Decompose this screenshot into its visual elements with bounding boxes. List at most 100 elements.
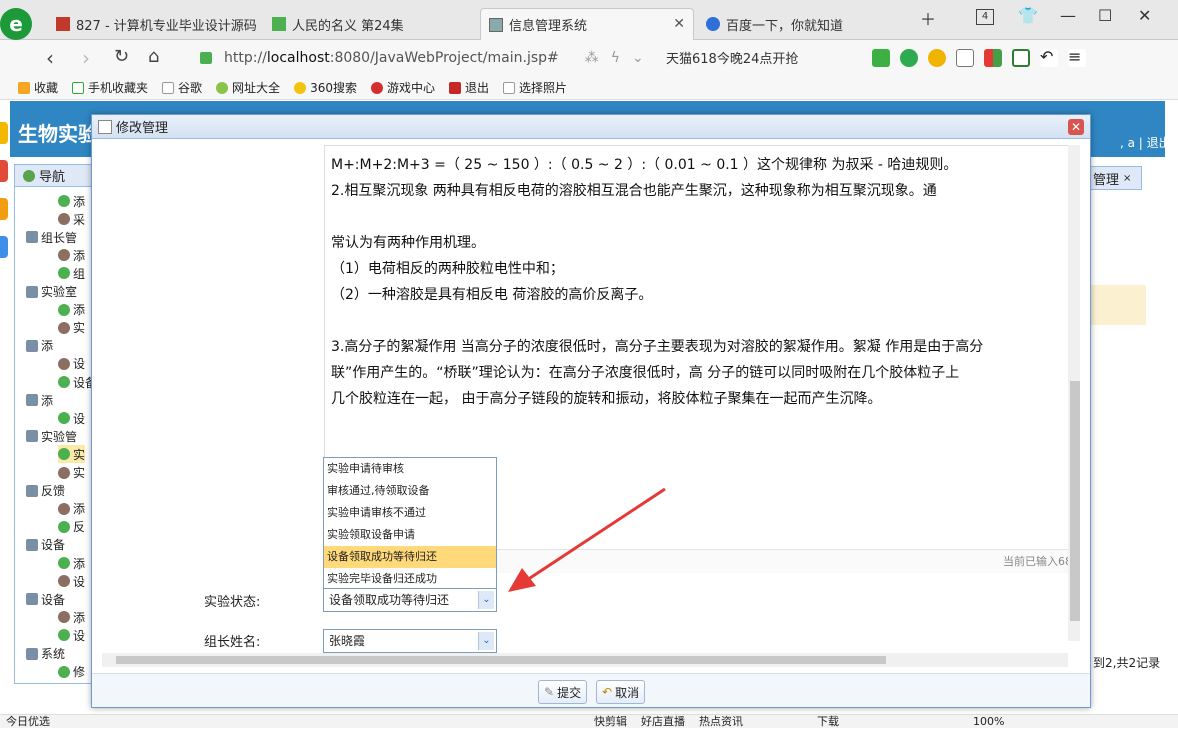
selected-grid-row[interactable] — [1086, 285, 1146, 325]
side-icon[interactable] — [0, 198, 8, 220]
minimize-icon[interactable]: — — [1060, 6, 1076, 25]
nav-item[interactable]: 添 — [58, 500, 85, 518]
undo-icon[interactable]: ↶ — [1040, 49, 1058, 67]
leaf-icon — [58, 502, 70, 515]
nav-group[interactable]: 实验管 — [26, 427, 77, 445]
close-icon[interactable]: ✕ — [1068, 119, 1084, 135]
browser-tab-4[interactable]: 百度一下，你就知道 — [698, 8, 908, 40]
bookmark-item[interactable]: 手机收藏夹 — [72, 79, 148, 96]
status-option[interactable]: 实验完毕设备归还成功 — [324, 568, 496, 590]
status-option[interactable]: 审核通过,待领取设备 — [324, 480, 496, 502]
nav-item[interactable]: 添 — [58, 301, 85, 319]
nav-group[interactable]: 实验室 — [26, 283, 77, 301]
bookmark-item[interactable]: 退出 — [448, 79, 489, 96]
bookmark-item[interactable]: 谷歌 — [162, 79, 202, 96]
nav-item[interactable]: 组 — [58, 264, 85, 282]
nav-group[interactable]: 添 — [26, 337, 53, 355]
nav-item[interactable]: 修 — [58, 663, 85, 681]
browser-tab-active[interactable]: 信息管理系统 ✕ — [480, 8, 694, 40]
status-dropdown-list[interactable]: 实验申请待审核 审核通过,待领取设备 实验申请审核不通过 实验领取设备申请 设备领取成功… — [323, 457, 497, 591]
promo-search-hint[interactable]: 天猫618今晚24点开抢 — [666, 48, 798, 67]
shield-icon[interactable] — [928, 49, 946, 67]
nav-item[interactable]: 添 — [58, 608, 85, 626]
scissors-icon[interactable] — [872, 49, 890, 67]
tab-count-badge[interactable]: 4 — [976, 9, 994, 25]
apps-icon[interactable] — [984, 49, 1002, 67]
zoom-level[interactable]: 100% — [973, 715, 1004, 729]
grid-icon[interactable]: ⁂ — [585, 50, 599, 66]
statusbar-item[interactable]: 热点资讯 — [699, 715, 743, 729]
home-icon[interactable]: ⌂ — [148, 46, 159, 67]
vertical-scroll-thumb[interactable] — [1070, 381, 1080, 621]
statusbar-item[interactable]: 下载 — [817, 715, 839, 729]
side-icon[interactable] — [0, 160, 8, 182]
nav-item[interactable]: 反 — [58, 518, 85, 536]
side-icon[interactable] — [0, 236, 8, 258]
back-icon[interactable]: ‹ — [46, 46, 54, 70]
nav-item[interactable]: 设 — [58, 626, 85, 644]
leader-select[interactable]: 张晓霞 ⌄ — [323, 629, 497, 653]
menu-icon[interactable]: ≡ — [1068, 49, 1086, 67]
nav-item[interactable]: 实 — [58, 319, 85, 337]
chevron-down-icon[interactable]: ⌄ — [478, 591, 494, 609]
nav-item-label: 添 — [73, 502, 86, 517]
nav-group[interactable]: 反馈 — [26, 482, 65, 500]
browser-tab-2[interactable]: 人民的名义 第24集 — [264, 8, 474, 40]
bookmark-item[interactable]: 收藏 — [18, 79, 58, 96]
editor-line — [331, 308, 1071, 334]
battery-icon[interactable] — [1012, 49, 1030, 67]
forward-icon[interactable]: › — [82, 46, 90, 70]
status-select[interactable]: 设备领取成功等待归还 ⌄ — [323, 588, 497, 612]
nav-item[interactable]: 实 — [58, 464, 85, 482]
bookmark-item[interactable]: 360搜索 — [294, 79, 357, 96]
status-option[interactable]: 实验申请待审核 — [324, 458, 496, 480]
close-icon[interactable]: × — [1123, 173, 1131, 184]
translate-icon[interactable] — [900, 49, 918, 67]
folder-icon — [26, 231, 38, 244]
status-option[interactable]: 设备领取成功等待归还 — [324, 546, 496, 568]
folder-icon — [26, 394, 38, 407]
lightning-icon[interactable]: ϟ — [611, 50, 620, 66]
nav-item[interactable]: 设 — [58, 572, 85, 590]
nav-item[interactable]: 添 — [58, 554, 85, 572]
tab-manage[interactable]: 管理 × — [1086, 166, 1142, 190]
nav-item[interactable]: 设 — [58, 409, 85, 427]
logout-link[interactable]: , a | 退出 — [1120, 134, 1171, 151]
chevron-down-icon[interactable]: ⌄ — [478, 632, 494, 650]
nav-group[interactable]: 添 — [26, 391, 53, 409]
close-tab-icon[interactable]: ✕ — [673, 16, 685, 32]
nav-group[interactable]: 设备 — [26, 590, 65, 608]
refresh-icon[interactable]: ↻ — [114, 46, 129, 67]
nav-item[interactable]: 添 — [58, 246, 85, 264]
side-icon[interactable] — [0, 122, 8, 144]
skin-icon[interactable]: 👕 — [1018, 6, 1038, 25]
submit-button[interactable]: ✎ 提交 — [538, 680, 588, 704]
bookmark-label: 网址大全 — [232, 81, 281, 95]
maximize-icon[interactable]: ☐ — [1098, 6, 1112, 25]
bookmark-item[interactable]: 选择照片 — [503, 79, 567, 96]
close-window-icon[interactable]: ✕ — [1138, 6, 1151, 25]
new-tab-icon[interactable]: ＋ — [920, 6, 936, 30]
statusbar-item[interactable]: 好店直播 — [641, 715, 685, 729]
status-option[interactable]: 实验申请审核不通过 — [324, 502, 496, 524]
nav-group[interactable]: 组长管 — [26, 228, 77, 246]
chevron-down-icon[interactable]: ⌄ — [632, 50, 644, 66]
url-field[interactable]: http://localhost:8080/JavaWebProject/mai… — [200, 45, 650, 71]
status-option[interactable]: 实验领取设备申请 — [324, 524, 496, 546]
browser-tab-1[interactable]: 827 - 计算机专业毕业设计源码 — [48, 8, 258, 40]
statusbar-left[interactable]: 今日优选 — [6, 715, 50, 728]
nav-item[interactable]: 设 — [58, 355, 85, 373]
nav-item[interactable]: 实 — [58, 445, 86, 464]
image-icon[interactable] — [956, 49, 974, 67]
cancel-button[interactable]: ↶ 取消 — [596, 680, 646, 704]
nav-item[interactable]: 采 — [58, 210, 85, 228]
editor-content[interactable]: M+:M+2:M+3 =（ 25 ~ 150 ）:（ 0.5 ~ 2 ）:（ 0… — [331, 152, 1071, 412]
statusbar-item[interactable]: 快剪辑 — [594, 715, 627, 729]
bookmark-item[interactable]: 网址大全 — [216, 79, 280, 96]
nav-item-label: 设 — [73, 628, 86, 643]
nav-group[interactable]: 系统 — [26, 645, 65, 663]
bookmark-item[interactable]: 游戏中心 — [370, 79, 435, 96]
nav-group[interactable]: 设备 — [26, 536, 65, 554]
nav-item[interactable]: 添 — [58, 192, 85, 210]
horizontal-scroll-thumb[interactable] — [116, 656, 886, 664]
